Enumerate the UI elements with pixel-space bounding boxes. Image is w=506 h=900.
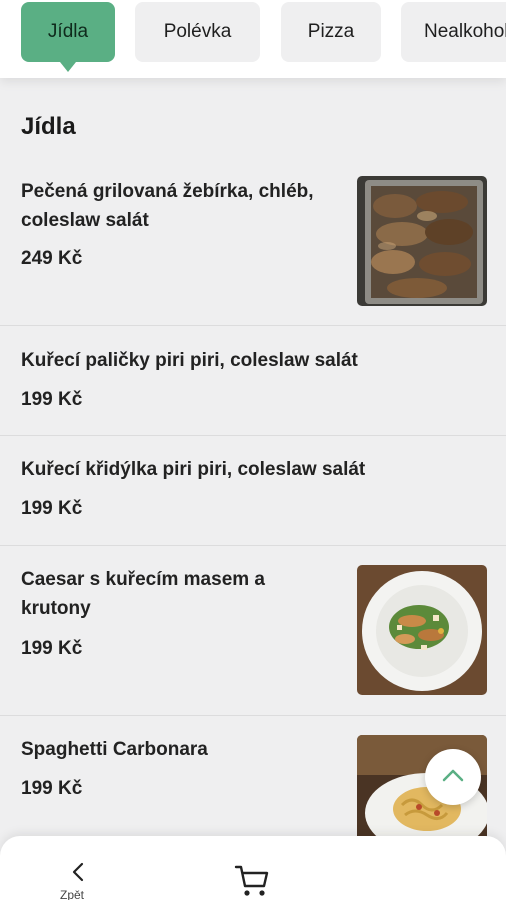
tab-jidla[interactable]: Jídla bbox=[21, 2, 115, 72]
category-tabs: Jídla Polévka Pizza Nealkoholické nápoje bbox=[0, 0, 506, 78]
bottom-navigation: Zpět bbox=[0, 836, 506, 900]
menu-item-price: 199 Kč bbox=[21, 638, 83, 659]
menu-item[interactable]: Kuřecí křidýlka piri piri, coleslaw salá… bbox=[0, 436, 506, 546]
back-button[interactable]: Zpět bbox=[52, 858, 104, 900]
menu-item-name: Kuřecí paličky piri piri, coleslaw salát bbox=[21, 350, 358, 371]
menu-item-price: 249 Kč bbox=[21, 248, 83, 269]
menu-item-price: 199 Kč bbox=[21, 498, 83, 519]
food-image-caesar bbox=[357, 565, 487, 695]
chevron-up-icon bbox=[442, 768, 464, 787]
menu-item-name: Caesar s kuřecím masem a krutony bbox=[21, 569, 265, 619]
tab-jidla-wrap: Jídla bbox=[21, 2, 115, 74]
tab-pizza[interactable]: Pizza bbox=[281, 2, 381, 62]
cart-icon bbox=[234, 865, 270, 900]
scroll-to-top-button[interactable] bbox=[425, 749, 481, 805]
menu-item[interactable]: Pečená grilovaná žebírka, chléb, colesla… bbox=[0, 150, 506, 326]
menu-item-name: Kuřecí křidýlka piri piri, coleslaw salá… bbox=[21, 459, 366, 480]
tab-polevka[interactable]: Polévka bbox=[135, 2, 260, 62]
menu-item-name: Spaghetti Carbonara bbox=[21, 739, 208, 760]
menu-item[interactable]: Kuřecí paličky piri piri, coleslaw salát… bbox=[0, 326, 506, 436]
food-image-ribs bbox=[357, 176, 487, 306]
menu-item-price: 199 Kč bbox=[21, 389, 83, 410]
chevron-left-icon bbox=[72, 862, 84, 887]
back-label: Zpět bbox=[60, 888, 85, 900]
menu-item-price: 199 Kč bbox=[21, 778, 83, 799]
cart-button[interactable] bbox=[234, 864, 274, 900]
tab-nealko[interactable]: Nealkoholické nápoje bbox=[401, 2, 506, 62]
section-title: Jídla bbox=[21, 113, 76, 140]
menu-item-name: Pečená grilovaná žebírka, chléb, colesla… bbox=[21, 181, 314, 231]
menu-item[interactable]: Caesar s kuřecím masem a krutony 199 Kč bbox=[0, 546, 506, 716]
